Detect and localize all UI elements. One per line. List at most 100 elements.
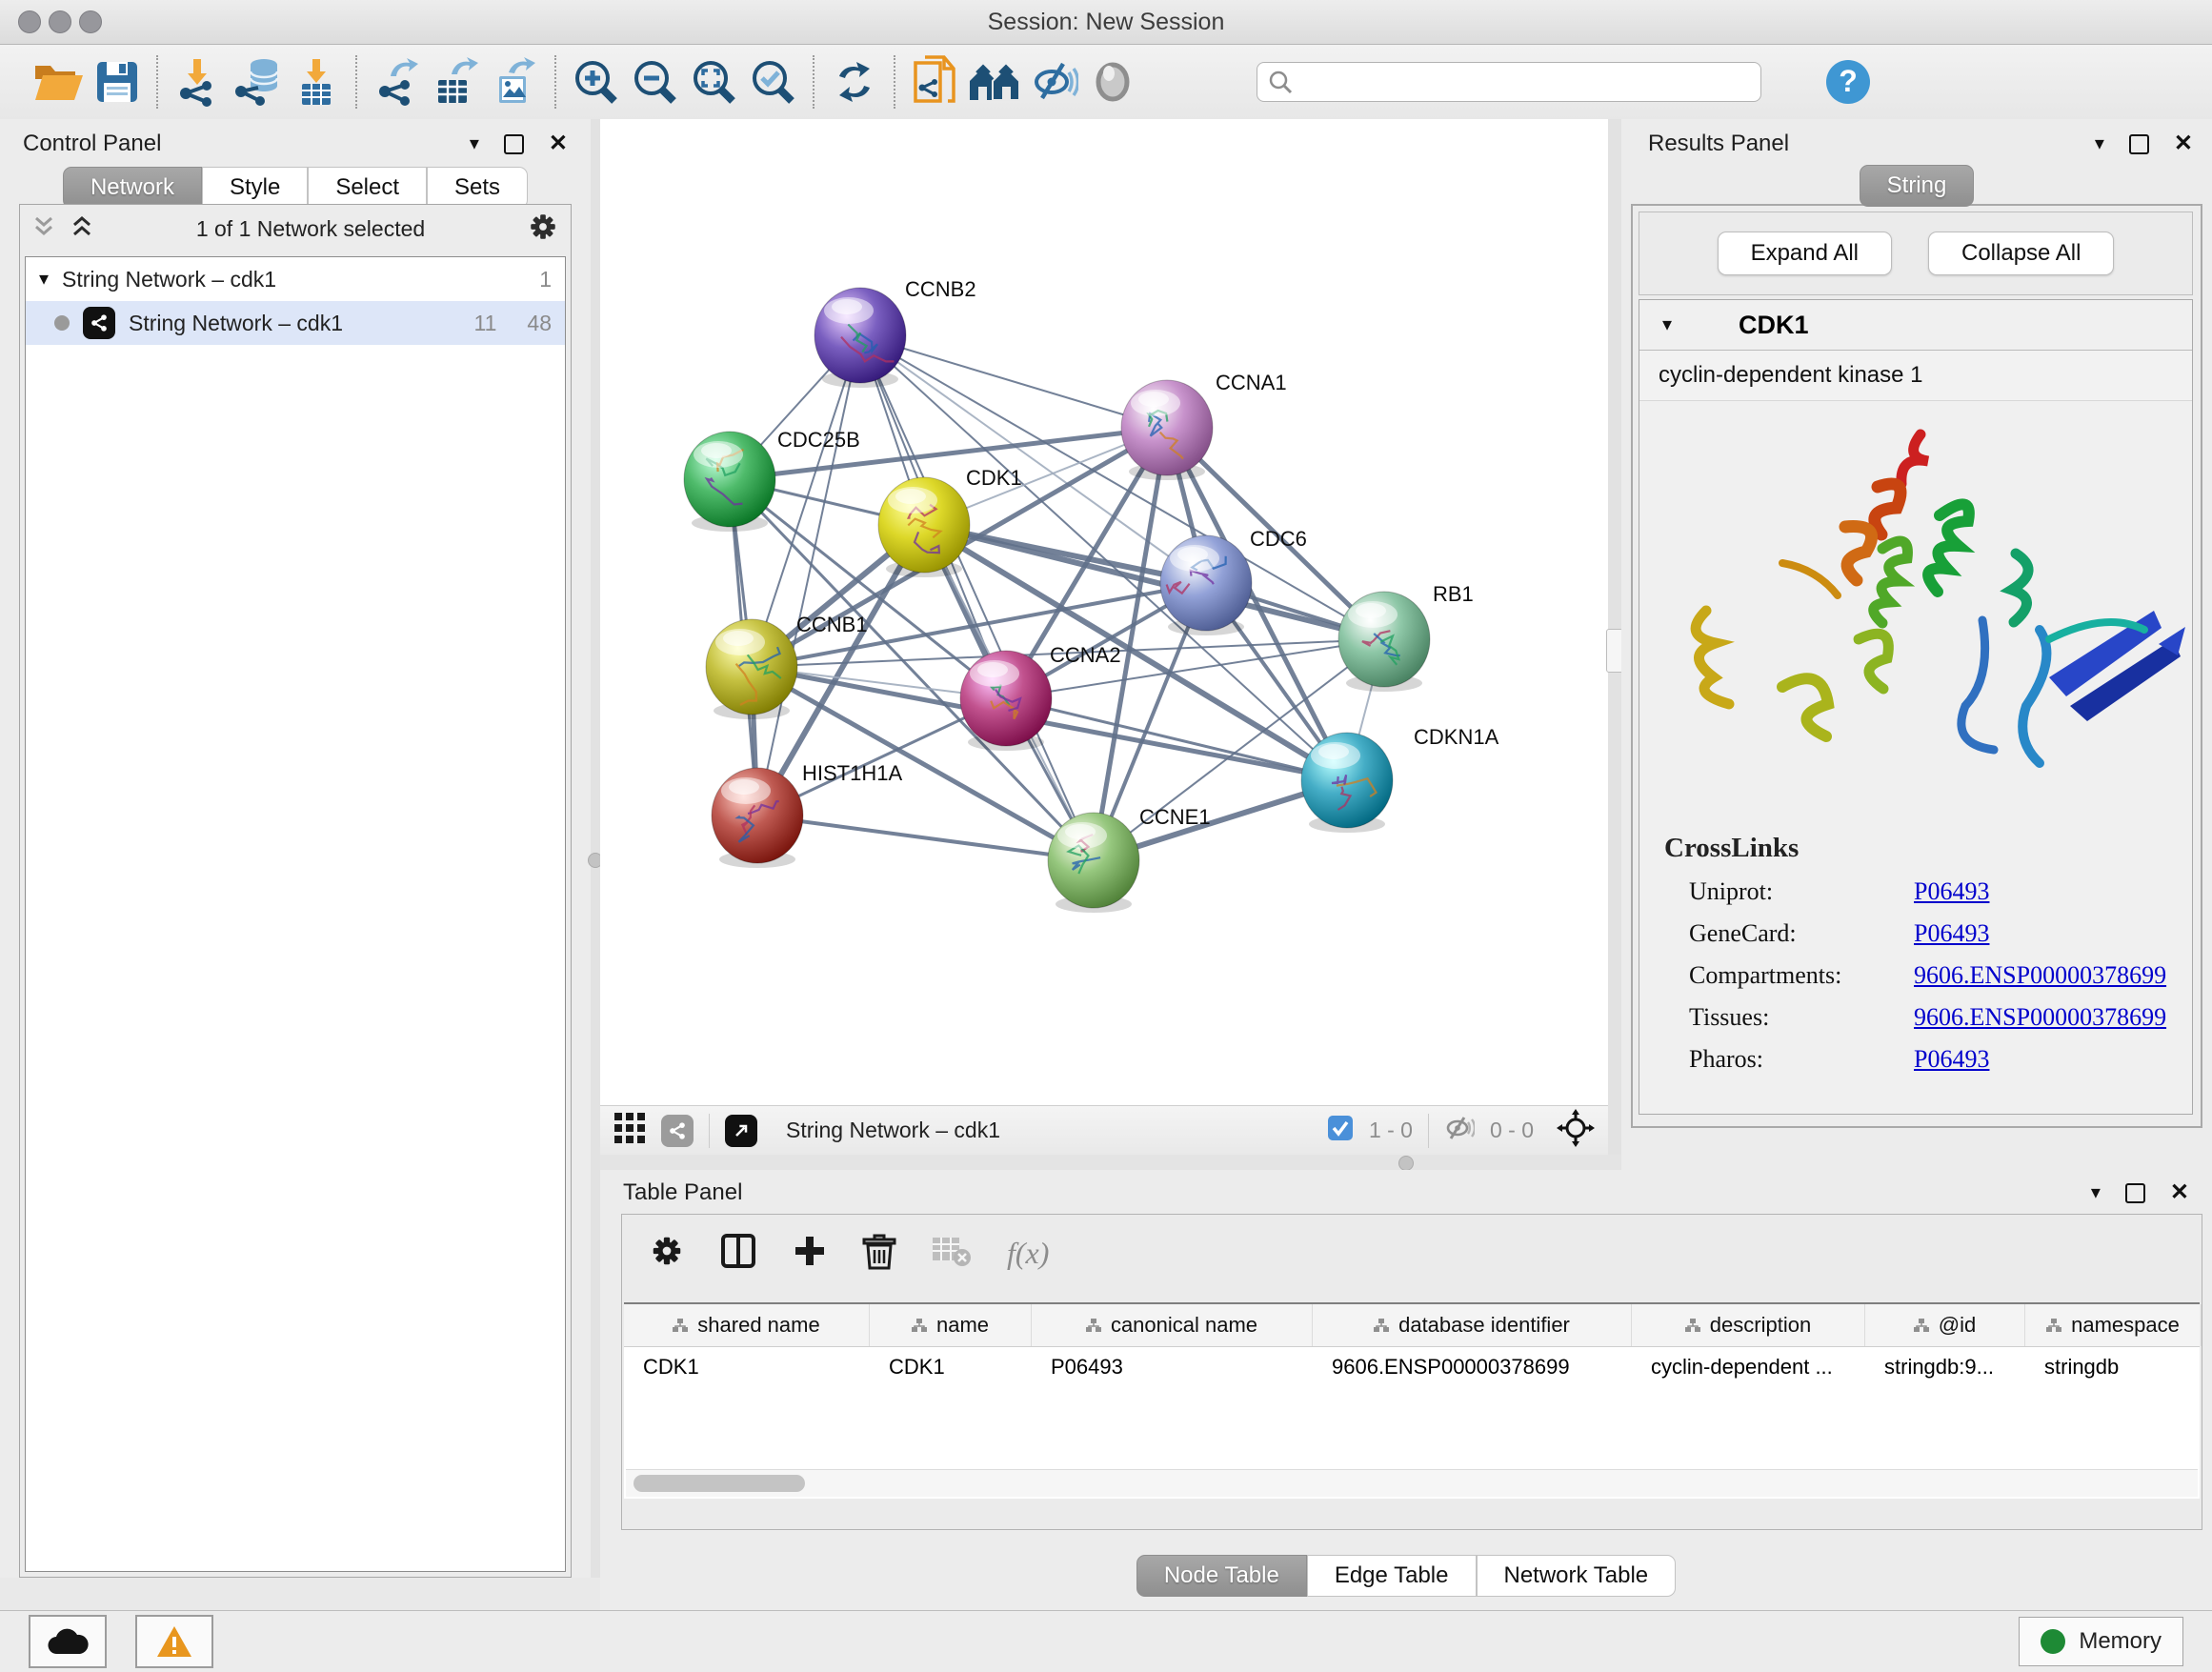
network-collection-row[interactable]: ▾ String Network – cdk1 1 — [26, 257, 565, 301]
function-builder-icon: f(x) — [1007, 1236, 1049, 1271]
gene-expander-icon[interactable]: ▾ — [1662, 315, 1672, 334]
control-panel-menu-icon[interactable]: ▾ — [470, 134, 479, 153]
table-options-gear-icon[interactable] — [649, 1233, 685, 1274]
network-node-RB1[interactable]: RB1 — [1338, 582, 1474, 692]
table-cell[interactable]: P06493 — [1032, 1347, 1313, 1387]
import-network-icon[interactable] — [169, 52, 228, 111]
control-panel: Control Panel ▾ ✕ NetworkStyleSelectSets… — [0, 119, 591, 1578]
table-cell[interactable]: CDK1 — [870, 1347, 1032, 1387]
copy-style-icon[interactable] — [906, 52, 965, 111]
network-thumbnail-icon[interactable] — [661, 1115, 694, 1147]
table-panel-menu-icon[interactable]: ▾ — [2091, 1183, 2101, 1202]
zoom-selected-icon[interactable] — [744, 52, 803, 111]
cloud-icon — [47, 1627, 89, 1656]
tab-select[interactable]: Select — [308, 167, 427, 209]
tab-edge-table[interactable]: Edge Table — [1307, 1555, 1477, 1597]
column-header-namespace[interactable]: namespace — [2025, 1304, 2202, 1346]
save-session-icon[interactable] — [88, 52, 147, 111]
column-header-@id[interactable]: @id — [1865, 1304, 2025, 1346]
tab-style[interactable]: Style — [202, 167, 308, 209]
table-cell[interactable]: CDK1 — [624, 1347, 870, 1387]
tab-network-table[interactable]: Network Table — [1477, 1555, 1677, 1597]
delete-column-icon[interactable] — [862, 1232, 896, 1275]
vertical-splitter-left[interactable] — [591, 119, 600, 1578]
column-header-description[interactable]: description — [1632, 1304, 1865, 1346]
column-header-name[interactable]: name — [870, 1304, 1032, 1346]
network-options-gear-icon[interactable] — [527, 211, 559, 248]
node-label-CCNE1: CCNE1 — [1139, 805, 1211, 829]
grid-view-icon[interactable] — [613, 1112, 646, 1149]
zoom-out-icon[interactable] — [626, 52, 685, 111]
hide-glass-icon[interactable] — [1024, 52, 1083, 111]
apply-layout-icon[interactable] — [825, 52, 884, 111]
birds-eye-toggle-icon[interactable] — [1557, 1109, 1595, 1152]
string-home-icon[interactable] — [965, 52, 1024, 111]
tab-network[interactable]: Network — [63, 167, 202, 209]
network-node-CDC25B[interactable]: CDC25B — [684, 428, 860, 532]
selected-checkbox-icon[interactable] — [1327, 1115, 1354, 1146]
results-panel-float-icon[interactable] — [2129, 134, 2149, 154]
export-network-icon[interactable] — [368, 52, 427, 111]
import-network-from-database-icon[interactable] — [228, 52, 287, 111]
table-horizontal-scrollbar[interactable] — [626, 1469, 2198, 1497]
help-icon[interactable]: ? — [1819, 52, 1878, 111]
network-node-HIST1H1A[interactable]: HIST1H1A — [712, 761, 902, 868]
table-panel-close-icon[interactable]: ✕ — [2170, 1181, 2189, 1204]
control-panel-float-icon[interactable] — [504, 134, 524, 154]
results-panel-close-icon[interactable]: ✕ — [2174, 132, 2193, 155]
network-canvas[interactable]: CCNB2CCNA1CDC25BCDK1CDC6RB1CCNB1CCNA2CDK… — [600, 119, 1608, 1105]
table-panel-float-icon[interactable] — [2125, 1183, 2145, 1203]
string-network-graph[interactable]: CCNB2CCNA1CDC25BCDK1CDC6RB1CCNB1CCNA2CDK… — [600, 119, 1608, 1105]
import-table-icon[interactable] — [287, 52, 346, 111]
scrollbar-thumb[interactable] — [633, 1475, 805, 1492]
tab-string[interactable]: String — [1860, 165, 1975, 207]
network-row-selected[interactable]: String Network – cdk1 11 48 — [26, 301, 565, 345]
column-header-shared-name[interactable]: shared name — [624, 1304, 870, 1346]
crosslink-link[interactable]: P06493 — [1914, 919, 1989, 948]
network-node-CCNE1[interactable]: CCNE1 — [1048, 805, 1211, 913]
gene-name: CDK1 — [1739, 311, 1809, 340]
collapse-all-networks-icon[interactable] — [31, 214, 56, 244]
show-columns-icon[interactable] — [719, 1232, 757, 1275]
export-table-icon[interactable] — [427, 52, 486, 111]
zoom-fit-icon[interactable] — [685, 52, 744, 111]
crosslink-row: Tissues:9606.ENSP00000378699 — [1689, 1003, 2167, 1032]
results-panel-menu-icon[interactable]: ▾ — [2095, 134, 2104, 153]
crosslink-link[interactable]: 9606.ENSP00000378699 — [1914, 1003, 2166, 1032]
splitter-grip[interactable] — [1398, 1156, 1414, 1171]
control-panel-close-icon[interactable]: ✕ — [549, 132, 568, 155]
export-image-icon[interactable] — [486, 52, 545, 111]
network-node-CCNB2[interactable]: CCNB2 — [814, 277, 976, 388]
column-header-canonical-name[interactable]: canonical name — [1032, 1304, 1313, 1346]
create-column-icon[interactable] — [792, 1233, 828, 1274]
table-cell[interactable]: cyclin-dependent ... — [1632, 1347, 1865, 1387]
table-row[interactable]: CDK1CDK1P064939606.ENSP00000378699cyclin… — [624, 1347, 2200, 1387]
memory-button[interactable]: Memory — [2019, 1617, 2183, 1666]
warnings-button[interactable] — [135, 1615, 213, 1668]
hidden-eye-icon[interactable] — [1444, 1114, 1475, 1147]
network-node-CDKN1A[interactable]: CDKN1A — [1301, 725, 1499, 833]
minimize-window-icon[interactable] — [49, 10, 71, 33]
crosslink-link[interactable]: P06493 — [1914, 877, 1989, 906]
show-glass-icon[interactable] — [1083, 52, 1142, 111]
tab-sets[interactable]: Sets — [427, 167, 528, 209]
gene-description: cyclin-dependent kinase 1 — [1639, 351, 2192, 401]
expand-all-button[interactable]: Expand All — [1718, 232, 1892, 275]
detach-view-icon[interactable] — [725, 1115, 757, 1147]
expand-all-networks-icon[interactable] — [70, 214, 94, 244]
crosslink-link[interactable]: 9606.ENSP00000378699 — [1914, 961, 2166, 990]
zoom-in-icon[interactable] — [567, 52, 626, 111]
table-cell[interactable]: stringdb:9... — [1865, 1347, 2025, 1387]
maximize-window-icon[interactable] — [79, 10, 102, 33]
collapse-all-button[interactable]: Collapse All — [1928, 232, 2114, 275]
search-input[interactable] — [1257, 62, 1761, 102]
table-cell[interactable]: 9606.ENSP00000378699 — [1313, 1347, 1632, 1387]
table-cell[interactable]: stringdb — [2025, 1347, 2202, 1387]
crosslink-link[interactable]: P06493 — [1914, 1045, 1989, 1074]
cloud-status-button[interactable] — [29, 1615, 107, 1668]
collection-expander-icon[interactable]: ▾ — [39, 270, 49, 289]
open-session-icon[interactable] — [29, 52, 88, 111]
column-header-database-identifier[interactable]: database identifier — [1313, 1304, 1632, 1346]
tab-node-table[interactable]: Node Table — [1136, 1555, 1307, 1597]
close-window-icon[interactable] — [18, 10, 41, 33]
